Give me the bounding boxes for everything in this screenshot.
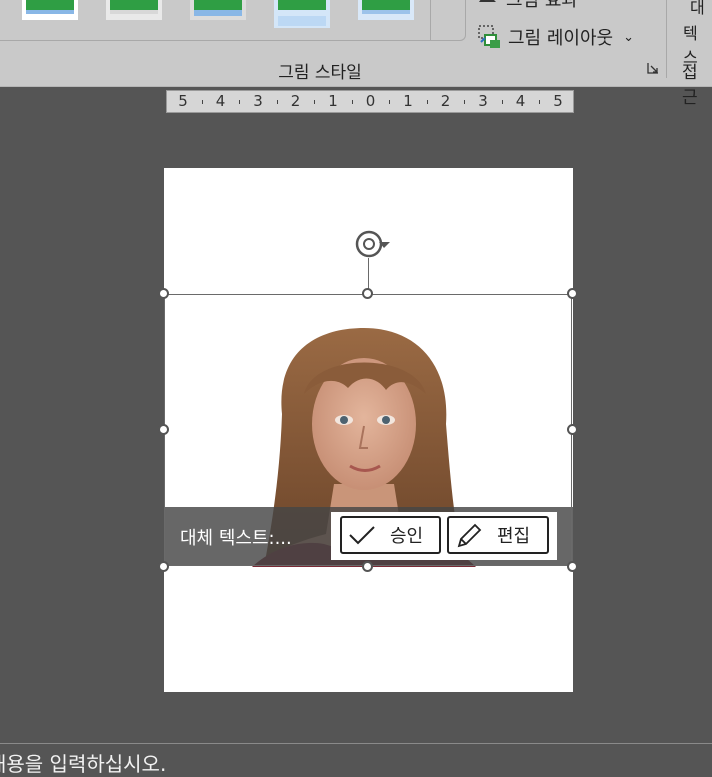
horizontal-ruler[interactable]: 5 4 3 2 1 0 1 2 3 4 5: [166, 90, 574, 113]
picture-effects-icon: [479, 0, 496, 2]
resize-handle-left[interactable]: [158, 424, 169, 435]
alt-text-actions: 승인 편집: [331, 512, 557, 560]
picture-styles-group-label: 그림 스타일: [278, 63, 362, 83]
picture-style-thumb-2[interactable]: [106, 0, 162, 20]
resize-handle-top[interactable]: [362, 288, 373, 299]
ruler-label: 3: [478, 92, 488, 110]
picture-layout-button[interactable]: 그림 레이아웃 ⌄: [476, 24, 634, 50]
ruler-label: 3: [253, 92, 263, 110]
ruler-tick: [201, 100, 203, 104]
chevron-down-icon: ⌄: [623, 29, 634, 45]
ruler-label: 5: [178, 92, 188, 110]
picture-style-thumb-4[interactable]: [274, 0, 330, 28]
ruler-label: 0: [365, 92, 376, 110]
resize-handle-top-right[interactable]: [567, 288, 578, 299]
ruler-tick: [501, 100, 503, 104]
approve-label: 승인: [390, 526, 424, 547]
ruler-label: 2: [440, 92, 451, 110]
gallery-separator: [430, 0, 431, 40]
ruler-label: 1: [403, 92, 413, 110]
ruler-tick: [539, 100, 541, 104]
accessibility-group-label: 접근: [682, 63, 698, 108]
resize-handle-bottom-left[interactable]: [158, 561, 169, 572]
pencil-icon: [457, 523, 482, 548]
ruler-label: 4: [515, 92, 526, 110]
resize-handle-top-left[interactable]: [158, 288, 169, 299]
ruler-tick: [351, 100, 353, 104]
edit-label: 편집: [497, 526, 531, 547]
ribbon: 그림 효과 그림 레이아웃 ⌄ 대 텍스 접근 그림 스타일: [0, 0, 712, 108]
picture-style-thumb-5[interactable]: [358, 0, 414, 20]
ruler-tick: [464, 100, 466, 104]
placeholder-text[interactable]: 내용을 입력하십시오.: [0, 748, 166, 777]
picture-style-thumb-1[interactable]: [22, 0, 78, 20]
picture-effects-label: 그림 효과: [506, 0, 578, 11]
resize-handle-bottom[interactable]: [362, 561, 373, 572]
ruler-tick: [276, 100, 278, 104]
ruler-tick: [426, 100, 428, 104]
picture-layout-label: 그림 레이아웃: [508, 28, 614, 49]
ruler-label: 2: [290, 92, 301, 110]
picture-layout-icon: [478, 25, 500, 48]
rotate-handle-icon[interactable]: [352, 228, 392, 260]
ribbon-group-separator: [666, 0, 667, 78]
resize-handle-right[interactable]: [567, 424, 578, 435]
ruler-tick: [389, 100, 391, 104]
alt-text-bar: 대체 텍스트:... 승인 편집: [164, 507, 573, 566]
alt-text-label[interactable]: 대체 텍스트:...: [180, 524, 292, 550]
picture-style-thumb-3[interactable]: [190, 0, 246, 20]
ruler-tick: [314, 100, 316, 104]
resize-handle-bottom-right[interactable]: [567, 561, 578, 572]
edit-button[interactable]: 편집: [447, 516, 549, 554]
ruler-label: 5: [553, 92, 563, 110]
picture-effects-button[interactable]: 그림 효과: [476, 0, 578, 12]
dialog-launcher-icon[interactable]: [647, 62, 659, 74]
ruler-label: 1: [328, 92, 338, 110]
ruler-tick: [239, 100, 241, 104]
page-divider: [0, 743, 712, 744]
picture-styles-gallery: [0, 0, 466, 41]
checkmark-icon: [349, 526, 375, 545]
ruler-label: 4: [215, 92, 226, 110]
alt-text-button-label-top[interactable]: 대: [690, 0, 705, 18]
approve-button[interactable]: 승인: [340, 516, 441, 554]
